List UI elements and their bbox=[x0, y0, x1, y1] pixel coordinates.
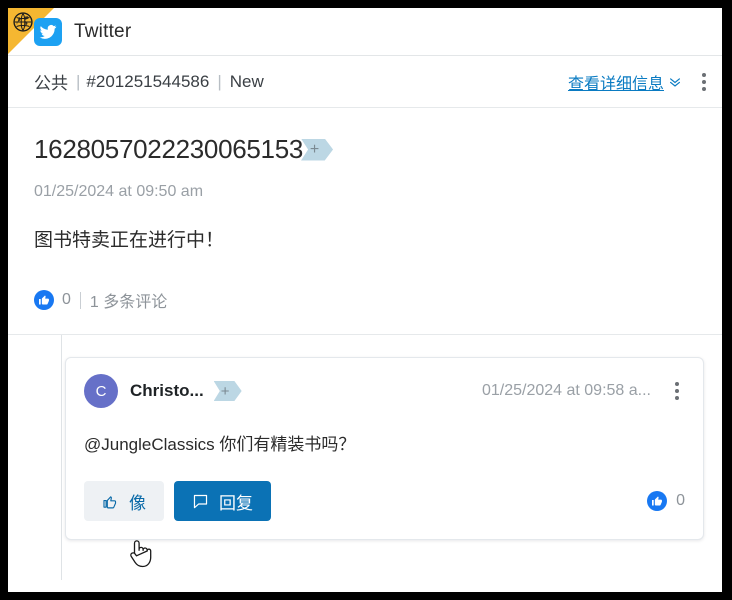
avatar: C bbox=[84, 374, 118, 408]
like-button[interactable]: 像 bbox=[84, 481, 164, 521]
reply-button[interactable]: 回复 bbox=[174, 481, 271, 521]
comment-thumbs-up-filled-icon bbox=[647, 491, 668, 511]
meta-bar: 公共 | #201251544586 | New 查看详细信息 bbox=[8, 56, 722, 108]
comment-author[interactable]: Christo... bbox=[130, 381, 204, 401]
post-thumbs-up-filled-icon bbox=[34, 290, 54, 310]
meta-breadcrumb: 公共 | #201251544586 | New bbox=[34, 69, 264, 94]
globe-icon bbox=[13, 12, 33, 32]
kebab-dot bbox=[675, 389, 679, 393]
comment-add-tag-badge[interactable]: + bbox=[213, 381, 242, 401]
stat-divider bbox=[79, 291, 81, 309]
meta-separator-1: | bbox=[76, 71, 81, 91]
comment-like-count: 0 bbox=[676, 492, 685, 509]
comment-bubble-icon bbox=[193, 494, 208, 508]
thread-connector-line bbox=[61, 335, 62, 580]
post-title-row: 1628057022230065153 + bbox=[34, 134, 696, 165]
post-timestamp: 01/25/2024 at 09:50 am bbox=[34, 183, 204, 200]
chevron-double-down-icon bbox=[670, 77, 680, 87]
post: 1628057022230065153 + 01/25/2024 at 09:5… bbox=[8, 108, 722, 335]
post-body: 图书特卖正在进行中！ bbox=[34, 230, 225, 251]
post-add-tag-badge[interactable]: + bbox=[301, 138, 334, 161]
kebab-dot bbox=[675, 396, 679, 400]
post-title: 1628057022230065153 bbox=[34, 134, 304, 164]
post-comment-count[interactable]: 1 多条评论 bbox=[90, 288, 167, 312]
comment-card: C Christo... + 01/25/2024 at 09:58 a... … bbox=[65, 357, 704, 540]
comment-like-count-group: 0 bbox=[647, 491, 685, 511]
comment-timestamp: 01/25/2024 at 09:58 a... bbox=[481, 382, 651, 399]
kebab-dot bbox=[702, 72, 706, 77]
app-header: Twitter bbox=[8, 8, 722, 56]
meta-separator-2: | bbox=[217, 71, 222, 91]
meta-actions: 查看详细信息 bbox=[568, 70, 712, 94]
kebab-dot bbox=[702, 79, 706, 84]
comment-header: C Christo... + 01/25/2024 at 09:58 a... bbox=[84, 374, 685, 408]
app-title: Twitter bbox=[74, 20, 132, 42]
status-label: New bbox=[229, 71, 264, 91]
visibility-label: 公共 bbox=[34, 74, 68, 93]
header-kebab-menu-icon[interactable] bbox=[696, 71, 712, 93]
comment-thread: C Christo... + 01/25/2024 at 09:58 a... … bbox=[8, 335, 722, 580]
thumbs-up-outline-icon bbox=[103, 495, 117, 508]
comment-body: @JungleClassics 你们有精装书吗？ bbox=[84, 435, 356, 454]
mouse-cursor-pointer-icon bbox=[130, 540, 152, 568]
post-stats: 0 1 多条评论 bbox=[34, 288, 696, 312]
view-details-label: 查看详细信息 bbox=[567, 75, 664, 93]
reply-button-label: 回复 bbox=[219, 493, 253, 513]
kebab-dot bbox=[702, 86, 706, 91]
comment-kebab-menu-icon[interactable] bbox=[669, 380, 685, 402]
view-details-link[interactable]: 查看详细信息 bbox=[568, 70, 682, 94]
twitter-bird-icon bbox=[34, 17, 62, 46]
kebab-dot bbox=[675, 382, 679, 386]
case-id: #201251544586 bbox=[86, 71, 210, 91]
app-window: Twitter 公共 | #201251544586 | New 查看详细信息 bbox=[8, 8, 722, 592]
post-like-count: 0 bbox=[62, 291, 71, 308]
like-button-label: 像 bbox=[129, 493, 146, 513]
comment-actions: 像 回复 0 bbox=[84, 481, 685, 521]
